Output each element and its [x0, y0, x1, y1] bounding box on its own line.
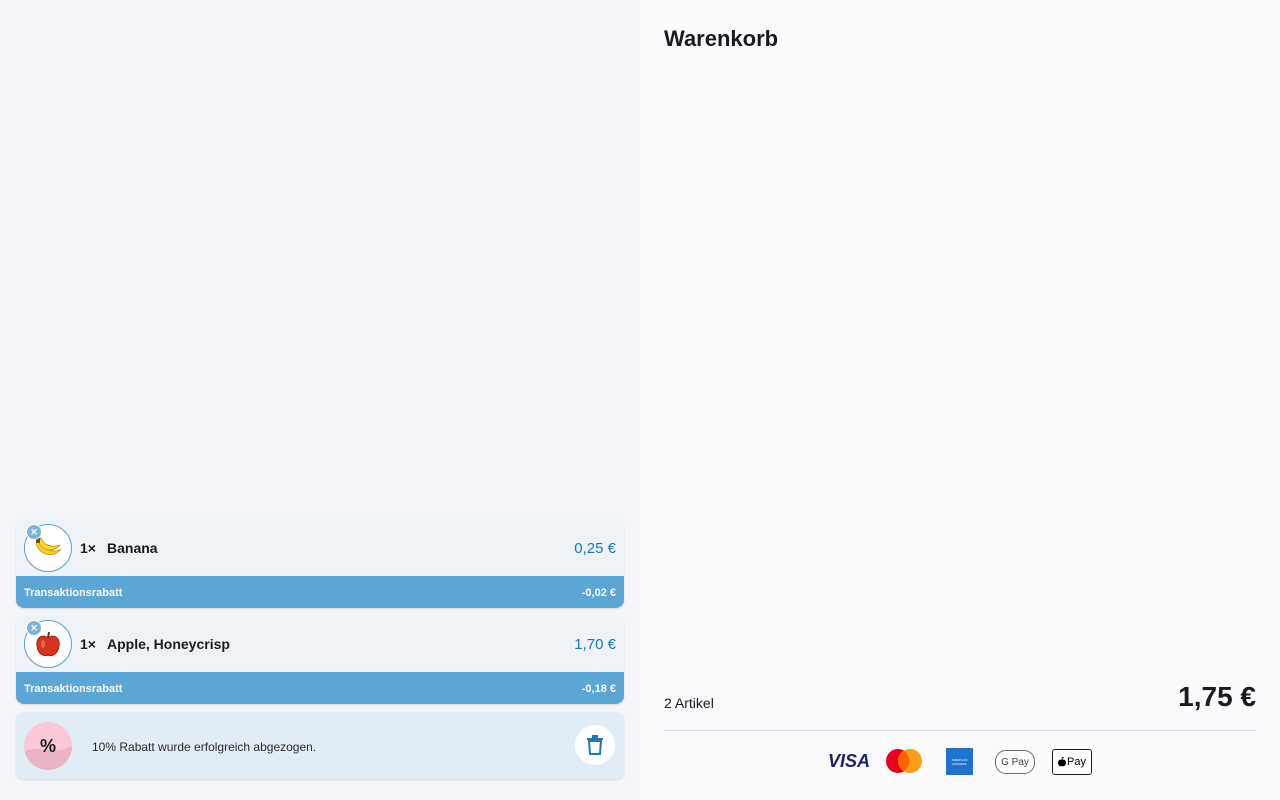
- item-price: 1,70 €: [574, 636, 616, 653]
- promo-banner: % 10% Rabatt wurde erfolgreich abgezogen…: [16, 712, 624, 779]
- item-name: Apple, Honeycrisp: [107, 636, 230, 652]
- cart-summary-panel: Warenkorb 2 Artikel 1,75 € VISA AMERICAN…: [640, 0, 1280, 800]
- google-pay-icon: G Pay: [995, 750, 1035, 774]
- discount-row: Transaktionsrabatt -0,02 €: [16, 576, 624, 608]
- promo-message: 10% Rabatt wurde erfolgreich abgezogen.: [92, 740, 317, 754]
- discount-value: -0,18 €: [581, 683, 616, 695]
- remove-discount-icon[interactable]: ✕: [26, 620, 42, 636]
- visa-label: VISA: [828, 750, 871, 771]
- discount-value: -0,02 €: [581, 587, 616, 599]
- item-count: 2 Artikel: [664, 695, 714, 711]
- apple-pay-icon: Pay: [1052, 749, 1092, 775]
- item-quantity: 1×: [80, 636, 96, 652]
- total-amount: 1,75 €: [1178, 681, 1256, 712]
- visa-icon: VISA: [828, 748, 870, 774]
- cart-item-main[interactable]: ✕ 1× Banana 0,25 €: [16, 520, 624, 576]
- amex-label: AMERICAN EXPRESS: [951, 757, 968, 766]
- percent-symbol: %: [39, 736, 56, 756]
- gpay-label: G Pay: [1001, 756, 1029, 768]
- divider: [664, 730, 1256, 731]
- applepay-label: Pay: [1067, 756, 1086, 768]
- remove-discount-icon[interactable]: ✕: [26, 524, 42, 540]
- delete-promo-button[interactable]: [575, 725, 615, 765]
- apple-logo-icon: [1058, 757, 1067, 767]
- percent-icon: %: [24, 722, 72, 770]
- mastercard-icon: [883, 748, 925, 774]
- trash-icon: [587, 735, 603, 755]
- discount-label: Transaktionsrabatt: [24, 587, 123, 599]
- cart-item-main[interactable]: ✕ 1× Apple, Honeycrisp 1,70 €: [16, 616, 624, 672]
- item-price: 0,25 €: [574, 540, 616, 557]
- item-quantity: 1×: [80, 540, 96, 556]
- cart-item[interactable]: ✕ 1× Apple, Honeycrisp 1,70 € Transaktio…: [16, 616, 624, 704]
- page-title: Warenkorb: [664, 26, 779, 51]
- discount-row: Transaktionsrabatt -0,18 €: [16, 672, 624, 704]
- cart-item[interactable]: ✕ 1× Banana 0,25 € Transaktionsrabatt -0…: [16, 520, 624, 608]
- cart-items-panel: ✕ 1× Banana 0,25 € Transaktionsrabatt -0…: [0, 0, 640, 800]
- amex-icon: AMERICAN EXPRESS: [946, 748, 973, 775]
- discount-label: Transaktionsrabatt: [24, 683, 123, 695]
- item-name: Banana: [107, 540, 158, 556]
